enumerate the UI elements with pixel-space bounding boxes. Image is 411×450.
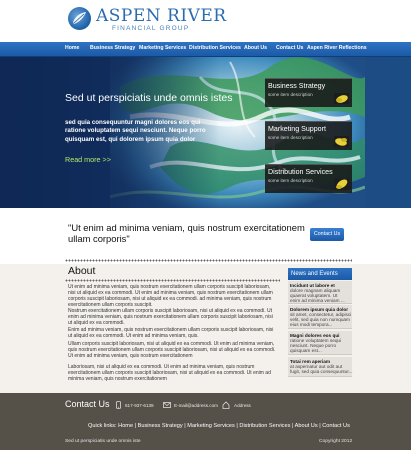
- service-title: Marketing Support: [268, 125, 326, 133]
- nav-about-us[interactable]: About Us: [244, 45, 267, 51]
- footer-tagline: Sed ut perspiciatis unde omnis iste: [65, 439, 141, 444]
- news-item-line: quisquam est...: [290, 348, 322, 353]
- service-subtitle: some item description: [268, 178, 313, 183]
- about-paragraph: Ut enim ad minima veniam, quis nostrum e…: [68, 284, 273, 309]
- nav-contact-us[interactable]: Contact Us: [276, 45, 303, 51]
- leaves-thumbnail-icon: [334, 136, 349, 147]
- featured-quote: "Ut enim ad minima veniam, quis nostrum …: [68, 222, 305, 244]
- nav-business-strategy[interactable]: Business Strategy: [90, 45, 135, 51]
- service-card-marketing-support[interactable]: Marketing Support some item description: [265, 121, 352, 150]
- nav-marketing-services[interactable]: Marketing Services: [139, 45, 186, 51]
- service-subtitle: some item description: [268, 92, 313, 97]
- nav-distribution-services[interactable]: Distribution Services: [189, 45, 241, 51]
- footer-phone[interactable]: 617-937-6139: [125, 403, 154, 408]
- news-item[interactable]: Incidunt ut labore et dolore magnam aliq…: [288, 281, 352, 304]
- main-nav: Home Business Strategy Marketing Service…: [0, 42, 411, 57]
- footer-email[interactable]: E-mail@address.com: [174, 403, 218, 408]
- service-title: Business Strategy: [268, 82, 326, 90]
- news-item-line: fugit, sed quia consequuntur...: [290, 369, 353, 374]
- leaves-thumbnail-icon: [334, 179, 349, 190]
- dotted-divider: [65, 279, 280, 282]
- dotted-divider: [65, 259, 352, 262]
- service-title: Distribution Services: [268, 168, 333, 176]
- contact-us-button[interactable]: Contact Us: [310, 228, 344, 241]
- footer-contact-heading: Contact Us: [65, 399, 110, 409]
- site-header: ASPEN RIVER FINANCIAL GROUP: [0, 0, 411, 42]
- phone-icon: [116, 401, 121, 409]
- news-item-line: eius modi tempora...: [290, 322, 333, 327]
- leaves-thumbnail-icon: [334, 93, 349, 104]
- service-card-business-strategy[interactable]: Business Strategy some item description: [265, 78, 352, 107]
- about-paragraph: Enim ad minima veniam, quis nostrum exer…: [68, 327, 274, 340]
- news-heading: News and Events: [291, 270, 338, 277]
- hero-text: sed quia consequuntur magni dolores eos …: [65, 119, 206, 143]
- news-item[interactable]: Dolorem ipsum quia dolor sit amet, conse…: [288, 305, 352, 329]
- about-paragraph: Laboriosam, nisi ut aliquid ex ea commod…: [68, 364, 271, 383]
- home-address-icon: [222, 401, 230, 409]
- about-paragraph: Nostrum exercitationem ullam corporis su…: [68, 308, 273, 327]
- service-card-distribution-services[interactable]: Distribution Services some item descript…: [265, 164, 352, 193]
- email-icon: [163, 402, 171, 408]
- footer-address[interactable]: Address: [234, 403, 251, 408]
- service-subtitle: some item description: [268, 135, 313, 140]
- hero-read-more-link[interactable]: Read more >>: [65, 155, 111, 164]
- nav-aspen-river-reflections[interactable]: Aspen River Reflections: [307, 45, 367, 51]
- nav-home[interactable]: Home: [65, 45, 79, 51]
- news-item[interactable]: Totai rem aperiam at aspernatur aut odit…: [288, 357, 353, 377]
- footer-quick-links[interactable]: Quick links: Home | Business Strategy | …: [88, 423, 350, 429]
- hero-title: Sed ut perspiciatis unde omnis istes: [65, 92, 233, 104]
- news-item[interactable]: Magni dolores eos qui ratione voluptatem…: [288, 331, 352, 355]
- logo-title[interactable]: ASPEN RIVER: [96, 6, 227, 26]
- news-item-line: enim ad minima veniam ...: [290, 298, 345, 303]
- footer-copyright: Copyright 2012: [319, 439, 353, 444]
- logo-subtitle: FINANCIAL GROUP: [112, 25, 190, 32]
- about-heading: About: [68, 265, 96, 277]
- aspen-leaf-logo-icon[interactable]: [68, 7, 91, 30]
- news-heading-bar: News and Events: [288, 268, 352, 280]
- about-paragraph: Ullam corporis suscipit laboriosam, nisi…: [68, 341, 276, 360]
